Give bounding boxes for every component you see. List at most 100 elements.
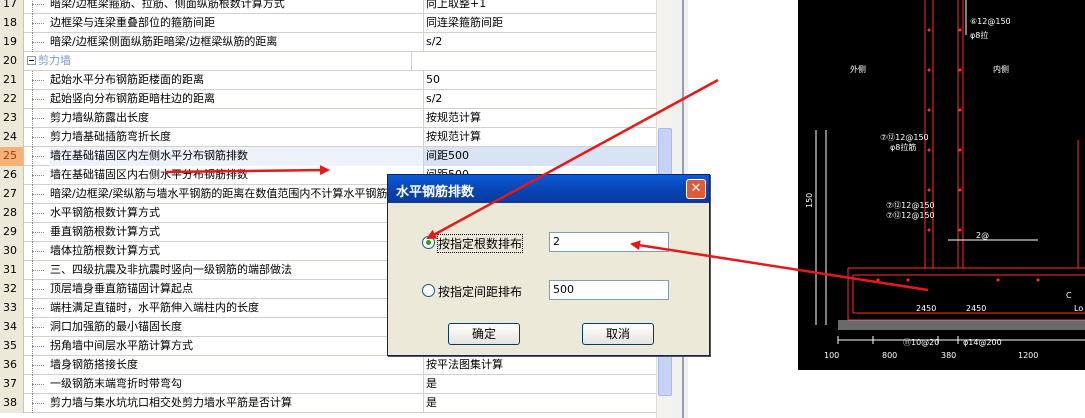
table-row[interactable]: 21 起始水平分布钢筋距楼面的距离 50	[0, 71, 656, 90]
ok-button[interactable]: 确定	[448, 323, 520, 345]
row-number: 28	[0, 204, 24, 223]
row-number: 27	[0, 185, 24, 204]
row-name: 墙在基础锚固区内右侧水平分布钢筋排数	[50, 166, 424, 185]
row-number: 21	[0, 71, 24, 90]
row-name: 暗梁/边框梁/梁纵筋与墙水平钢筋的距离在数值范围内不计算水平钢筋	[50, 185, 424, 204]
table-row[interactable]: 38 剪力墙与集水坑坑口相交处剪力墙水平筋是否计算是	[0, 394, 656, 413]
row-number: 29	[0, 223, 24, 242]
rebar-rows-dialog: 水平钢筋排数 ✕ 按指定根数排布 2 按指定间距排布 500 确定 取消	[387, 174, 710, 356]
row-number: 20	[0, 52, 24, 71]
row-name: 边框梁与连梁重叠部位的箍筋间距	[50, 14, 424, 33]
row-value[interactable]: 是	[424, 375, 656, 394]
row-value[interactable]: 按规范计算	[424, 109, 656, 128]
collapse-icon[interactable]	[27, 56, 36, 65]
dialog-title-bar[interactable]: 水平钢筋排数 ✕	[388, 175, 709, 203]
row-number: 36	[0, 356, 24, 375]
row-number: 26	[0, 166, 24, 185]
table-row[interactable]: 17 暗梁/边框梁箍筋、拉筋、侧面纵筋根数计算方式 向上取整+1	[0, 0, 656, 14]
row-name: 墙在基础锚固区内左侧水平分布钢筋排数	[50, 147, 424, 166]
cad-label-outer: 外侧	[850, 64, 866, 74]
table-row[interactable]: 37 一级钢筋末端弯折时带弯勾是	[0, 375, 656, 394]
cad-label-rebar-a2: φ8拉筋	[890, 142, 916, 152]
row-value[interactable]: 同连梁箍筋间距	[424, 14, 656, 33]
row-name: 剪力墙与集水坑坑口相交处剪力墙水平筋是否计算	[50, 394, 424, 413]
cad-mark-c: C	[1066, 291, 1072, 300]
table-row[interactable]: 24 剪力墙基础插筋弯折长度 按规范计算	[0, 128, 656, 147]
table-row[interactable]: 18 边框梁与连梁重叠部位的箍筋间距 同连梁箍筋间距	[0, 14, 656, 33]
row-name: 垂直钢筋根数计算方式	[50, 223, 424, 242]
cad-base-c: Lo	[1074, 304, 1083, 313]
cad-dim-4: 1200	[1018, 351, 1038, 360]
tree-line	[24, 280, 46, 299]
row-name: 端柱满足直锚时，水平筋伸入端柱内的长度	[50, 299, 424, 318]
cad-label-top2: φ8拉	[970, 30, 988, 40]
cancel-button[interactable]: 取消	[582, 323, 654, 345]
table-row[interactable]: 25 墙在基础锚固区内左侧水平分布钢筋排数 间距500	[0, 147, 656, 166]
option-by-spacing-radio[interactable]	[422, 284, 435, 297]
row-name: 墙体拉筋根数计算方式	[50, 242, 424, 261]
table-row[interactable]: 23 剪力墙纵筋露出长度 按规范计算	[0, 109, 656, 128]
tree-line	[24, 375, 46, 394]
cad-label-rebar-a: ⑦⑫12@150	[880, 133, 929, 142]
cad-dim-2: 800	[882, 351, 897, 360]
option-by-count-label[interactable]: 按指定根数排布	[436, 234, 524, 253]
tree-line	[24, 242, 46, 261]
tree-line	[24, 299, 46, 318]
tree-line	[24, 128, 46, 147]
cad-label-rebar-b: ⑦⑫12@150	[886, 201, 935, 210]
table-row[interactable]: 19 暗梁/边框梁侧面纵筋距暗梁/边框梁纵筋的距离 s/2	[0, 33, 656, 52]
tree-line	[24, 337, 46, 356]
row-value[interactable]: s/2	[424, 90, 656, 109]
row-number: 31	[0, 261, 24, 280]
tree-line	[24, 166, 46, 185]
tree-line	[24, 33, 46, 52]
row-number: 19	[0, 33, 24, 52]
cad-label-inner: 内侧	[993, 64, 1009, 74]
dialog-title: 水平钢筋排数	[396, 185, 475, 200]
row-value[interactable]: s/2	[424, 33, 656, 52]
option-by-count-radio[interactable]	[422, 236, 435, 249]
row-number: 30	[0, 242, 24, 261]
tree-line	[24, 109, 46, 128]
row-name: 水平钢筋根数计算方式	[50, 204, 424, 223]
option-by-spacing-label[interactable]: 按指定间距排布	[438, 283, 522, 300]
row-value[interactable]: 按平法图集计算	[424, 356, 656, 375]
tree-line	[24, 14, 46, 33]
row-value[interactable]: 间距500	[424, 147, 656, 166]
row-number: 35	[0, 337, 24, 356]
cad-bottom-b: φ14@200	[963, 338, 1002, 347]
table-category-row[interactable]: 20 剪力墙	[0, 52, 656, 71]
row-value[interactable]: 向上取整+1	[424, 0, 656, 14]
spacing-input[interactable]: 500	[549, 280, 669, 300]
row-name: 拐角墙中间层水平筋计算方式	[50, 337, 424, 356]
tree-line	[24, 204, 46, 223]
tree-line	[24, 318, 46, 337]
row-number: 17	[0, 0, 24, 14]
row-number: 33	[0, 299, 24, 318]
row-name: 剪力墙纵筋露出长度	[50, 109, 424, 128]
table-row[interactable]: 36 墙身钢筋搭接长度 按平法图集计算	[0, 356, 656, 375]
cad-label-top: ⑥12@150	[970, 17, 1011, 26]
row-value[interactable]: 按规范计算	[424, 128, 656, 147]
row-name: 三、四级抗震及非抗震时竖向一级钢筋的端部做法	[50, 261, 424, 280]
tree-line	[24, 223, 46, 242]
table-row[interactable]: 22 起始竖向分布钢筋距暗柱边的距离 s/2	[0, 90, 656, 109]
row-number: 25	[0, 147, 24, 166]
row-name: 墙身钢筋搭接长度	[50, 356, 424, 375]
tree-line	[24, 147, 46, 166]
row-name: 顶层墙身垂直筋锚固计算起点	[50, 280, 424, 299]
row-number: 34	[0, 318, 24, 337]
row-number: 37	[0, 375, 24, 394]
cad-dim-3: 380	[941, 351, 956, 360]
row-number: 22	[0, 90, 24, 109]
row-number: 38	[0, 394, 24, 413]
tree-line	[24, 71, 46, 90]
close-icon[interactable]: ✕	[686, 179, 706, 199]
row-number: 18	[0, 14, 24, 33]
row-value[interactable]	[424, 52, 656, 71]
row-name: 一级钢筋末端弯折时带弯勾	[50, 375, 424, 394]
count-input[interactable]: 2	[549, 232, 669, 252]
row-value[interactable]: 50	[424, 71, 656, 90]
row-value[interactable]: 是	[424, 394, 656, 413]
cad-dim-1: 100	[824, 351, 839, 360]
